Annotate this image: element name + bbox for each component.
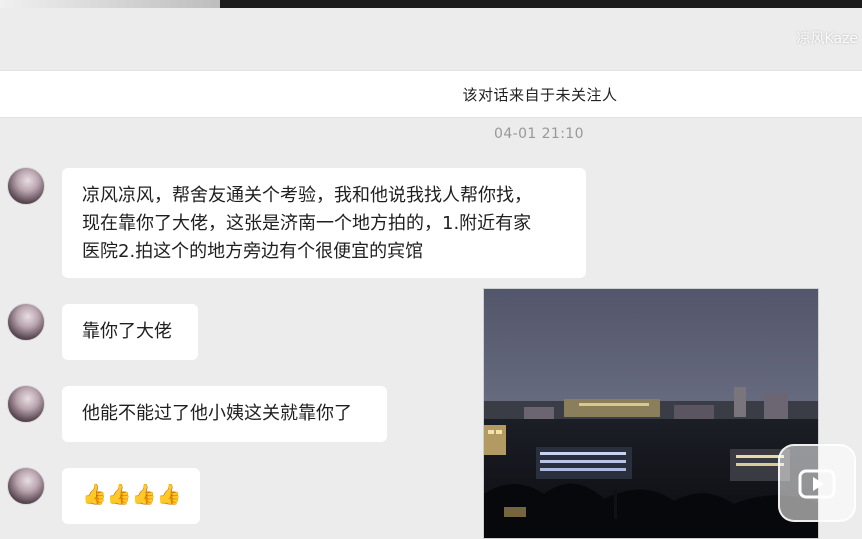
message-line: 凉风凉风，帮舍友通关个考验，我和他说我找人帮你找， [82,185,532,206]
message-line: 医院2.拍这个的地方旁边有个很便宜的宾馆 [82,241,424,262]
message-bubble[interactable]: 他能不能过了他小姨这关就靠你了 [62,386,387,442]
sender-avatar[interactable] [7,385,45,423]
watermark-label: 凉风Kaze [797,28,858,48]
sender-avatar[interactable] [7,467,45,505]
sender-avatar[interactable] [7,167,45,205]
message-line: 靠你了大佬 [82,321,172,342]
message-bubble[interactable]: 👍👍👍👍 [62,468,200,524]
message-line: 现在靠你了大佬，这张是济南一个地方拍的，1.附近有家 [82,213,532,234]
thumbs-up-emoji-line: 👍👍👍👍 [82,482,182,506]
night-city-photo [484,289,818,538]
top-dark-strip [220,0,862,8]
message-bubble[interactable]: 靠你了大佬 [62,304,198,360]
watermark-text: 凉风Kaze [796,31,858,47]
message-bubble[interactable]: 凉风凉风，帮舍友通关个考验，我和他说我找人帮你找， 现在靠你了大佬，这张是济南一… [62,168,586,278]
chat-screen: 凉风Kaze 该对话来自于未关注人 04-01 21:10 凉风凉风，帮舍友通关… [0,0,862,539]
shared-photo[interactable] [483,288,819,539]
play-icon [798,469,836,499]
play-button[interactable] [778,444,856,522]
message-timestamp: 04-01 21:10 [0,126,862,142]
stranger-notice-text: 该对话来自于未关注人 [462,85,618,104]
message-line: 他能不能过了他小姨这关就靠你了 [82,403,352,424]
top-edge-fade [0,0,220,8]
sender-avatar[interactable] [7,303,45,341]
timestamp-text: 04-01 21:10 [494,126,584,142]
chat-header [0,8,862,70]
stranger-notice-bar: 该对话来自于未关注人 [0,70,862,118]
